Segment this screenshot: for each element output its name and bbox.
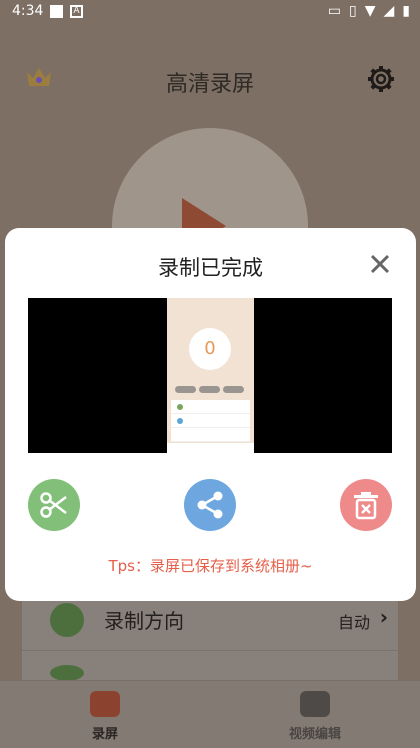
- chevron-right-icon: ›: [379, 605, 388, 629]
- save-tip: Tps：录屏已保存到系统相册~: [108, 557, 313, 575]
- battery-icon: ▮: [402, 3, 410, 19]
- notification-a-icon: A: [70, 5, 83, 18]
- share-icon: [197, 491, 223, 519]
- row-icon: [50, 665, 84, 681]
- nav-record-tab[interactable]: 录屏: [50, 691, 160, 742]
- dialog-title: 录制已完成: [158, 256, 263, 280]
- gear-icon[interactable]: [366, 64, 396, 94]
- orientation-label: 录制方向: [104, 609, 184, 633]
- status-icons: ▭ ▯ ▼ ◢ ▮: [328, 3, 410, 19]
- cut-button[interactable]: [28, 479, 80, 531]
- preview-thumbnail: 0: [167, 298, 254, 453]
- recording-complete-dialog: 录制已完成 0 Tps：录屏已保存到系统相册~: [5, 228, 416, 601]
- preview-list: [171, 400, 250, 442]
- share-button[interactable]: [184, 479, 236, 531]
- scissors-icon: [40, 492, 67, 518]
- vibrate-icon: ▯: [349, 3, 357, 19]
- video-camera-icon: [90, 691, 120, 717]
- notification-icon: [50, 5, 63, 18]
- status-time: 4:34: [12, 3, 44, 19]
- preview-chips: [175, 386, 244, 393]
- cast-icon: ▭: [327, 3, 341, 19]
- status-bar: 4:34 A ▭ ▯ ▼ ◢ ▮: [0, 0, 420, 24]
- signal-icon: ◢: [383, 3, 395, 19]
- close-icon[interactable]: [368, 252, 392, 276]
- delete-button[interactable]: [340, 479, 392, 531]
- nav-edit-tab[interactable]: 视频编辑: [260, 691, 370, 742]
- video-preview[interactable]: 0: [28, 298, 392, 453]
- preview-nav: [167, 443, 254, 453]
- edit-video-icon: [300, 691, 330, 717]
- orientation-value: 自动: [337, 613, 370, 632]
- settings-row-partial: [22, 650, 398, 681]
- preview-counter: 0: [189, 328, 231, 370]
- orientation-icon: [50, 603, 84, 637]
- nav-edit-label: 视频编辑: [288, 727, 341, 742]
- app-title: 高清录屏: [165, 72, 254, 97]
- wifi-icon: ▼: [364, 3, 376, 19]
- nav-record-label: 录屏: [91, 727, 118, 742]
- trash-icon: [354, 492, 378, 520]
- app-header: 高清录屏: [0, 54, 420, 104]
- bottom-nav: 录屏 视频编辑: [0, 680, 420, 748]
